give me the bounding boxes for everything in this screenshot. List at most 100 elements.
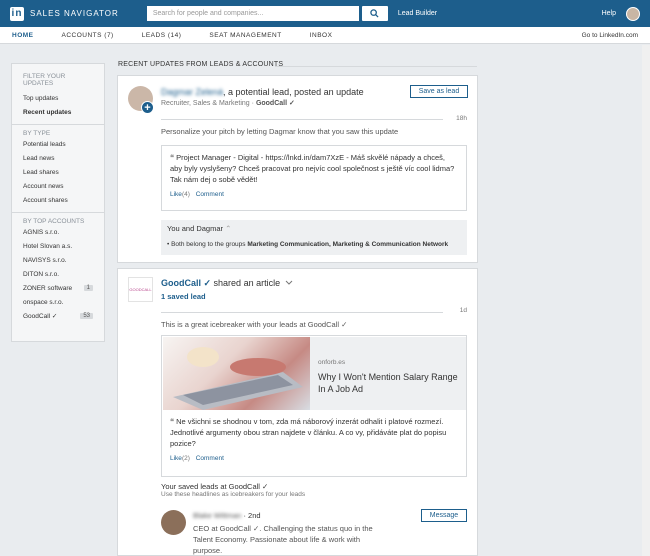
type-heading: BY TYPE (23, 130, 51, 137)
article-source: onforb.es (318, 359, 346, 366)
search-input[interactable]: Search for people and companies... (146, 6, 359, 21)
type-potential-leads[interactable]: Potential leads (12, 137, 104, 151)
type-account-news[interactable]: Account news (12, 179, 104, 193)
commonality-box: You and Dagmar ⌃ • Both belong to the gr… (161, 220, 467, 255)
plus-icon[interactable]: + (141, 101, 154, 114)
divider (161, 119, 443, 120)
shared-post: ❝ Project Manager - Digital - https://ln… (161, 145, 467, 211)
laptop-illustration (173, 347, 303, 410)
common-groups: • Both belong to the groups Marketing Co… (167, 241, 449, 248)
sales-navigator-logo[interactable]: in SALES NAVIGATOR (10, 6, 119, 21)
type-lead-shares[interactable]: Lead shares (12, 165, 104, 179)
account-item[interactable]: ZONER software 1 (12, 281, 104, 295)
shared-article: onforb.es Why I Won't Mention Salary Ran… (161, 335, 467, 477)
common-prefix: Both belong to the groups (171, 241, 248, 248)
top-bar: in SALES NAVIGATOR Search for people and… (0, 0, 650, 27)
user-avatar[interactable] (626, 6, 640, 21)
account-item[interactable]: AGNIS s.r.o. (12, 225, 104, 239)
saved-lead-avatar[interactable] (161, 510, 186, 535)
nav-home[interactable]: HOME (12, 32, 34, 39)
nav-inbox[interactable]: INBOX (310, 32, 333, 39)
filter-recent-updates[interactable]: Recent updates (12, 105, 104, 119)
saved-leads-subtitle: Use these headlines as icebreakers for y… (161, 491, 306, 498)
comment-button[interactable]: Comment (196, 455, 224, 462)
lead-builder-link[interactable]: Lead Builder (398, 10, 437, 17)
like-count: (2) (181, 455, 190, 462)
article-comment: ❝ Ne všichni se shodnou v tom, zda má ná… (170, 416, 460, 462)
search-button[interactable] (361, 6, 388, 21)
update-age: 1d (459, 307, 467, 314)
comment-button[interactable]: Comment (196, 191, 224, 198)
lead-headline: Recruiter, Sales & Marketing · GoodCall … (161, 99, 295, 107)
nav-leads[interactable]: LEADS (14) (142, 32, 182, 39)
update-card: GOODCALL GoodCall ✓ shared an article 1 … (117, 268, 478, 556)
divider (275, 66, 477, 67)
saved-lead-link[interactable]: Blake Wittman (193, 511, 241, 520)
company-link[interactable]: GoodCall ✓ (256, 100, 295, 107)
account-item[interactable]: GoodCall ✓ 53 (12, 309, 104, 323)
filter-top-updates[interactable]: Top updates (12, 91, 104, 105)
divider (161, 312, 443, 313)
account-name: ZONER software (23, 284, 73, 292)
account-name: DITON s.r.o. (23, 270, 59, 278)
divider (12, 212, 104, 213)
article-text: ❝ Ne všichni se shodnou v tom, zda má ná… (170, 416, 460, 449)
like-button[interactable]: Like (170, 191, 182, 198)
update-title-text: shared an article (211, 278, 281, 288)
saved-lead-count[interactable]: 1 saved lead (161, 292, 206, 301)
nav-accounts[interactable]: ACCOUNTS (7) (62, 32, 114, 39)
update-title: Dagmar Zelená, a potential lead, posted … (161, 87, 364, 97)
article-body: Ne všichni se shodnou v tom, zda má nábo… (170, 417, 447, 448)
count-badge: 53 (80, 313, 93, 319)
main-nav: HOME ACCOUNTS (7) LEADS (14) SEAT MANAGE… (0, 27, 650, 44)
divider (12, 124, 104, 125)
account-name: NAVISYS s.r.o. (23, 256, 67, 264)
type-account-shares[interactable]: Account shares (12, 193, 104, 207)
type-lead-news[interactable]: Lead news (12, 151, 104, 165)
connection-degree: · 2nd (241, 511, 261, 520)
filter-heading: FILTER YOUR UPDATES (23, 73, 66, 87)
post-actions: Like(4) Comment (170, 191, 458, 198)
article-meta[interactable]: onforb.es Why I Won't Mention Salary Ran… (310, 337, 466, 410)
help-link[interactable]: Help (602, 10, 616, 17)
post-text: ❝ Project Manager - Digital - https://ln… (170, 152, 458, 185)
message-button[interactable]: Message (421, 509, 467, 522)
save-as-lead-button[interactable]: Save as lead (410, 85, 468, 98)
article-title: Why I Won't Mention Salary Range In A Jo… (318, 372, 458, 394)
quote-icon: ❝ (170, 153, 175, 162)
linkedin-logo-icon: in (10, 6, 24, 21)
update-title: GoodCall ✓ shared an article (161, 278, 293, 289)
commonality-toggle[interactable]: You and Dagmar ⌃ (167, 224, 461, 233)
lead-role: Recruiter, Sales & Marketing · (161, 100, 256, 107)
account-item[interactable]: onspace s.r.o. (12, 295, 104, 309)
account-item[interactable]: Hotel Slovan a.s. (12, 239, 104, 253)
article-image[interactable] (163, 337, 310, 410)
count-badge: 1 (83, 285, 93, 291)
accounts-heading: BY TOP ACCOUNTS (23, 218, 85, 225)
commonality-title: You and Dagmar (167, 224, 224, 233)
company-logo[interactable]: GOODCALL (128, 277, 153, 302)
brand-name: SALES NAVIGATOR (30, 9, 119, 18)
update-title-text: , a potential lead, posted an update (223, 87, 364, 97)
chevron-down-icon[interactable] (285, 280, 293, 286)
personalize-text: Personalize your pitch by letting Dagmar… (161, 127, 399, 136)
like-count: (4) (181, 191, 190, 198)
saved-lead-name: Blake Wittman · 2nd (193, 511, 261, 520)
lead-name-link[interactable]: Dagmar Zelená (161, 87, 223, 97)
account-name: Hotel Slovan a.s. (23, 242, 73, 250)
saved-lead-headline: CEO at GoodCall ✓. Challenging the statu… (193, 524, 373, 555)
like-button[interactable]: Like (170, 455, 182, 462)
group-links[interactable]: Marketing Communication, Marketing & Com… (247, 241, 448, 248)
account-item[interactable]: DITON s.r.o. (12, 267, 104, 281)
account-name: AGNIS s.r.o. (23, 228, 60, 236)
nav-seat-management[interactable]: SEAT MANAGEMENT (209, 32, 281, 39)
search-icon (370, 9, 379, 18)
go-to-linkedin-link[interactable]: Go to LinkedIn.com (582, 32, 638, 39)
quote-icon: ❝ (170, 417, 175, 426)
scrollbar[interactable] (642, 45, 650, 556)
post-body: Project Manager - Digital - https://lnkd… (170, 153, 455, 184)
account-item[interactable]: NAVISYS s.r.o. (12, 253, 104, 267)
company-link[interactable]: GoodCall ✓ (161, 278, 211, 288)
account-name: onspace s.r.o. (23, 298, 64, 306)
saved-leads-title: Your saved leads at GoodCall ✓ (161, 482, 269, 491)
